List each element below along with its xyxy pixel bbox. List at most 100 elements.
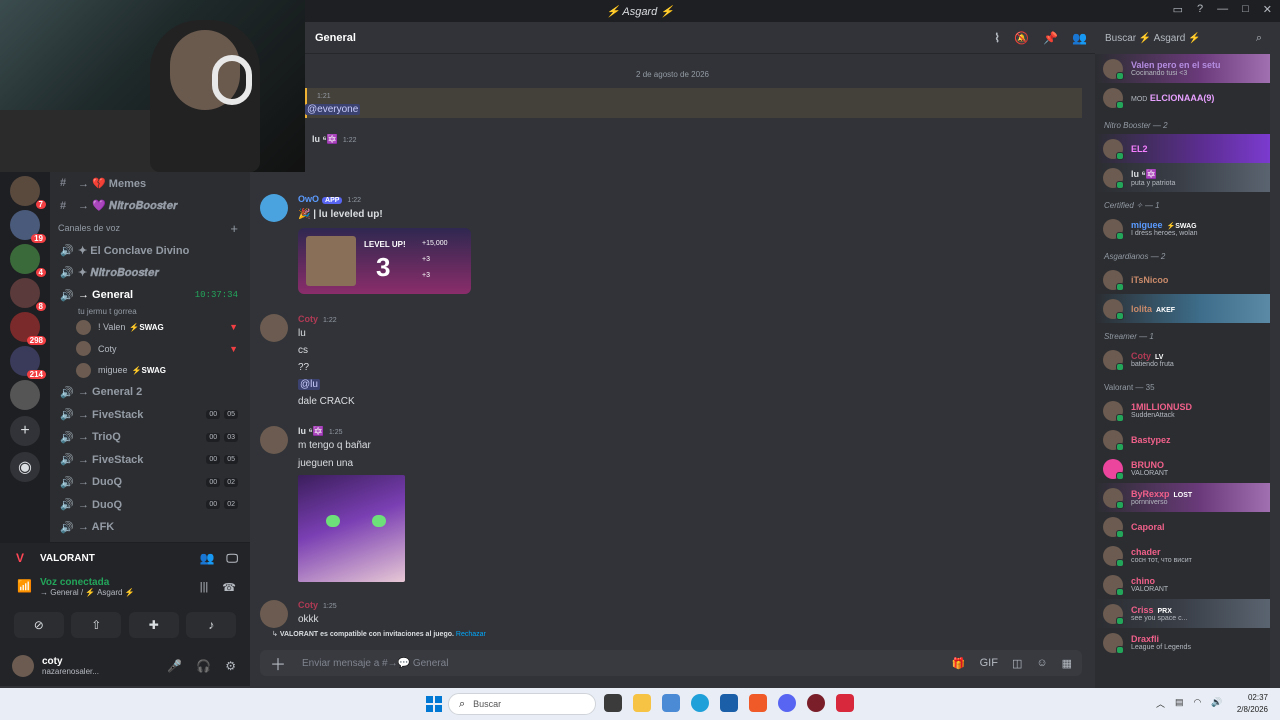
microphone-icon[interactable]: 🎤 [167, 659, 182, 673]
text-channel-memes[interactable]: # → 💔 Memes [50, 172, 250, 195]
member-item[interactable]: chader сосн тот, что висит [1095, 541, 1270, 570]
voice-channel-afk[interactable]: 🔊 → AFK [50, 516, 250, 539]
gear-icon[interactable]: ⚙ [225, 659, 236, 673]
members-icon[interactable]: 👥 [1072, 31, 1087, 45]
chevron-up-icon[interactable]: ︿ [1156, 697, 1165, 710]
user-mention[interactable]: @lu [298, 379, 320, 390]
taskbar-search[interactable]: ⌕ Buscar [448, 693, 596, 715]
member-item[interactable]: Caporal [1095, 512, 1270, 541]
close-icon[interactable]: ✕ [1263, 3, 1272, 16]
clock[interactable]: 02:37 2/8/2026 [1237, 692, 1268, 716]
voice-channel-general-2[interactable]: 🔊 → General 2 [50, 381, 250, 404]
threads-icon[interactable]: ⌇ [994, 31, 1000, 45]
voice-channel-nitrobooster[interactable]: 🔊 ✦ 𝑵𝒊𝒕𝒓𝒐𝑩𝒐𝒐𝒔𝒕𝒆𝒓 [50, 262, 250, 285]
compass-icon[interactable]: ◉ [10, 452, 40, 482]
server-icon[interactable]: 4 [10, 244, 46, 277]
volume-icon[interactable]: 🔊 [1211, 697, 1222, 710]
game-activity[interactable]: V VALORANT 👥 🖵 [0, 543, 250, 573]
server-icon[interactable]: 214 [10, 346, 46, 379]
server-icon[interactable]: 7 [10, 176, 46, 209]
member-item[interactable]: 1MILLIONUSD SuddenAttack [1095, 396, 1270, 425]
server-icon[interactable]: 298 [10, 312, 46, 345]
apps-icon[interactable]: ▦ [1062, 657, 1072, 670]
minimize-icon[interactable]: — [1217, 3, 1228, 16]
plus-icon[interactable]: + [10, 416, 40, 446]
wifi-icon[interactable]: ◠ [1194, 697, 1202, 710]
voice-channel-duoq[interactable]: 🔊 → DuoQ 00 02 [50, 471, 250, 494]
activities-button[interactable]: ✚ [128, 612, 179, 638]
voice-channel-duoq[interactable]: 🔊 → DuoQ 00 02 [50, 494, 250, 517]
avatar[interactable] [260, 600, 288, 628]
everyone-mention[interactable]: @everyone [305, 104, 361, 115]
reject-invite-link[interactable]: Rechazar [456, 631, 486, 638]
avatar[interactable] [12, 655, 34, 677]
server-icon[interactable]: 8 [10, 278, 46, 311]
member-item[interactable]: Criss PRX see you space c... [1095, 599, 1270, 628]
noise-suppression-icon[interactable]: ||| [200, 581, 209, 594]
avatar[interactable] [260, 194, 288, 222]
valorant-icon[interactable] [836, 694, 854, 712]
disconnect-icon[interactable]: ☎ [222, 581, 236, 594]
avatar[interactable] [260, 314, 288, 342]
app-icon[interactable] [720, 694, 738, 712]
member-item[interactable]: Coty LV batiendo fruta [1095, 345, 1270, 374]
server-icon[interactable]: 19 [10, 210, 46, 243]
server-icon[interactable] [10, 380, 40, 410]
author-name[interactable]: Coty [298, 600, 318, 610]
voice-channel-trioq[interactable]: 🔊 → TrioQ 00 03 [50, 426, 250, 449]
riot-icon[interactable] [807, 694, 825, 712]
member-item[interactable]: EL2 [1095, 134, 1270, 163]
attach-icon[interactable]: ＋ [270, 651, 286, 675]
windows-start-icon[interactable] [426, 696, 442, 712]
voice-channel-fivestack[interactable]: 🔊 → FiveStack 00 05 [50, 404, 250, 427]
member-item[interactable]: ByRexxp LOST pornniverso [1095, 483, 1270, 512]
maximize-icon[interactable]: □ [1242, 3, 1249, 16]
message-composer[interactable]: ＋ Enviar mensaje a #→💬 General 🎁 GIF ◫ ☺… [260, 650, 1082, 676]
member-item[interactable]: Valen pero en el setu Cocinando tusi <3 [1095, 54, 1270, 83]
author-name[interactable]: Coty [298, 314, 318, 324]
headphones-icon[interactable]: 🎧 [196, 659, 211, 673]
gift-icon[interactable]: 🎁 [952, 657, 966, 670]
share-screen-button[interactable]: ⇧ [71, 612, 122, 638]
file-explorer-icon[interactable] [633, 694, 651, 712]
task-view-icon[interactable] [604, 694, 622, 712]
voice-channel-conclave[interactable]: 🔊 ✦ El Conclave Divino [50, 239, 250, 262]
member-item[interactable]: miguee ⚡SWAG I dress heroes, wolan [1095, 214, 1270, 243]
member-item[interactable]: MOD ELCIONAAA(9) [1095, 83, 1270, 112]
voice-channel-fivestack[interactable]: 🔊 → FiveStack 00 05 [50, 449, 250, 472]
add-channel-icon[interactable]: + [230, 221, 238, 236]
voice-channel-general[interactable]: 🔊 → General 10:37:34 [50, 284, 250, 307]
member-item[interactable]: lu ⁶🔯 puta y patriota [1095, 163, 1270, 192]
member-item[interactable]: Draxfli League of Legends [1095, 628, 1270, 657]
sticker-icon[interactable]: ◫ [1012, 657, 1022, 670]
pin-icon[interactable]: 📌 [1043, 31, 1058, 45]
author-name[interactable]: OwO [298, 194, 319, 204]
search-input[interactable]: Buscar ⚡ Asgard ⚡ ⌕ [1095, 22, 1270, 54]
voice-category[interactable]: Canales de voz + [50, 217, 250, 239]
emoji-icon[interactable]: ☺ [1036, 657, 1047, 670]
notification-icon[interactable]: 🔕 [1014, 31, 1029, 45]
gif-icon[interactable]: GIF [980, 657, 998, 670]
member-item[interactable]: lolita AKEF [1095, 294, 1270, 323]
voice-user[interactable]: Coty ▼ [50, 338, 250, 360]
inbox-icon[interactable]: ▭ [1173, 3, 1183, 16]
store-icon[interactable] [662, 694, 680, 712]
author-name[interactable]: lu ⁶🔯 [298, 426, 324, 436]
user-info[interactable]: coty nazarenosaler... [42, 656, 99, 676]
member-item[interactable]: iTsNicoo [1095, 265, 1270, 294]
network-icon[interactable]: ▤ [1175, 697, 1184, 710]
avatar[interactable] [260, 426, 288, 454]
discord-icon[interactable] [778, 694, 796, 712]
brave-icon[interactable] [749, 694, 767, 712]
edge-icon[interactable] [691, 694, 709, 712]
member-item[interactable]: BRUNO VALORANT [1095, 454, 1270, 483]
soundboard-button[interactable]: ♪ [186, 612, 237, 638]
invite-icon[interactable]: 👥 [199, 551, 214, 566]
help-icon[interactable]: ? [1197, 3, 1203, 16]
text-channel-nitrobooster[interactable]: # → 💜 𝑵𝒊𝒕𝒓𝒐𝑩𝒐𝒐𝒔𝒕𝒆𝒓 [50, 195, 250, 218]
member-item[interactable]: Bastypez [1095, 425, 1270, 454]
voice-user[interactable]: ! Valen ⚡SWAG ▼ [50, 317, 250, 339]
camera-off-button[interactable]: ⊘ [13, 612, 64, 638]
screen-icon[interactable]: 🖵 [226, 551, 238, 566]
member-item[interactable]: chino VALORANT [1095, 570, 1270, 599]
